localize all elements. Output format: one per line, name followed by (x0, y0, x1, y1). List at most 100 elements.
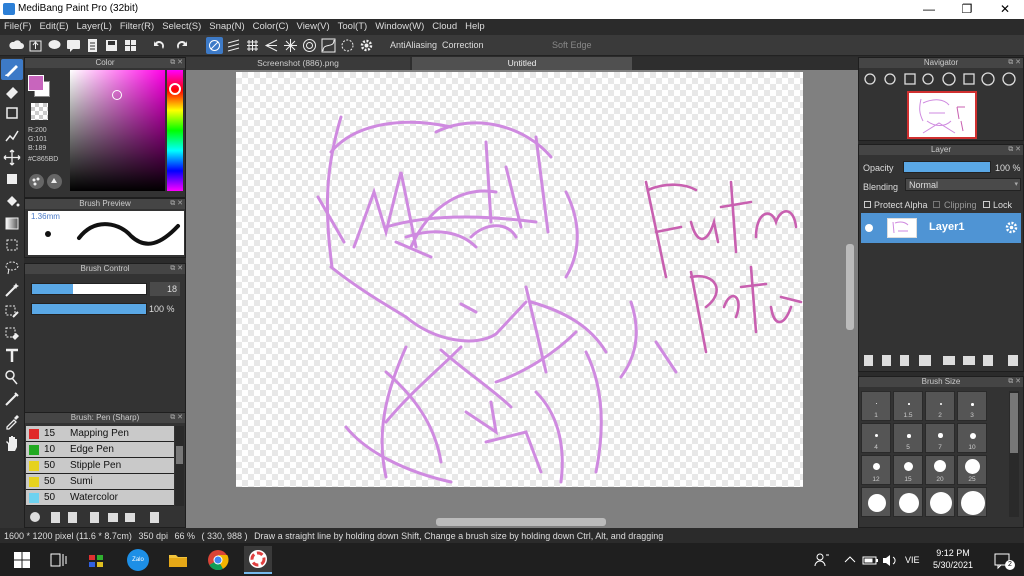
color-palette-icon[interactable] (29, 174, 44, 189)
menu-snap[interactable]: Snap(N) (205, 19, 248, 35)
chat-icon[interactable] (65, 37, 82, 54)
menu-window[interactable]: Window(W) (371, 19, 428, 35)
clipping-checkbox[interactable] (933, 201, 940, 208)
comment-icon[interactable] (46, 37, 63, 54)
brush-list-scrollbar[interactable] (175, 426, 184, 506)
brush-size-7[interactable]: 7 (925, 423, 955, 453)
menu-view[interactable]: View(V) (293, 19, 334, 35)
brush-item-watercolor[interactable]: 50 Watercolor (26, 490, 174, 506)
gear-icon[interactable] (358, 37, 375, 54)
eyedropper-tool-icon[interactable] (1, 411, 23, 432)
select-eraser-icon[interactable] (1, 323, 23, 344)
saturation-value-picker[interactable] (70, 70, 165, 191)
brush-item-sumi[interactable]: 50 Sumi (26, 474, 174, 490)
input-language[interactable]: VIE (905, 555, 920, 565)
brush-size-3[interactable]: 3 (957, 391, 987, 421)
line-tool-icon[interactable] (1, 125, 23, 146)
protect-alpha-checkbox[interactable] (864, 201, 871, 208)
people-tray-icon[interactable] (810, 548, 834, 572)
medibang-taskbar-icon[interactable] (244, 546, 272, 574)
gradient-tool-icon[interactable] (1, 213, 23, 234)
notification-icon[interactable]: 2 (990, 548, 1015, 572)
hue-cursor[interactable] (169, 83, 181, 95)
curve-snap-icon[interactable] (320, 37, 337, 54)
menu-file[interactable]: File(F) (0, 19, 35, 35)
grid-layout-icon[interactable] (122, 37, 139, 54)
rectangle-tool-icon[interactable] (1, 103, 23, 124)
brush-opacity-slider[interactable] (31, 303, 147, 315)
ellipse-snap-icon[interactable] (339, 37, 356, 54)
vertical-scrollbar[interactable] (846, 244, 854, 330)
brush-size-large-3[interactable] (925, 487, 955, 517)
file-explorer-icon[interactable] (166, 548, 190, 572)
brush-size-4[interactable]: 4 (861, 423, 891, 453)
snap-off-icon[interactable] (206, 37, 223, 54)
brush-size-value[interactable]: 18 (150, 282, 180, 296)
minimize-button[interactable]: — (910, 0, 948, 19)
cloud-icon[interactable] (8, 37, 25, 54)
tab-screenshot[interactable]: Screenshot (886).png (186, 57, 410, 70)
people-app-icon[interactable] (84, 548, 108, 572)
windows-start-icon[interactable] (10, 548, 34, 572)
eraser-tool-icon[interactable] (1, 81, 23, 102)
volume-icon[interactable] (878, 548, 902, 572)
operation-tool-icon[interactable] (1, 367, 23, 388)
brush-size-15[interactable]: 15 (893, 455, 923, 485)
blending-dropdown[interactable]: Normal ▾ (905, 178, 1021, 191)
divide-tool-icon[interactable] (1, 389, 23, 410)
drawing-canvas[interactable] (236, 72, 803, 487)
magic-wand-icon[interactable] (1, 279, 23, 300)
clock[interactable]: 9:12 PM 5/30/2021 (927, 547, 979, 571)
menu-cloud[interactable]: Cloud (428, 19, 461, 35)
fill-rect-tool-icon[interactable] (1, 169, 23, 190)
move-tool-icon[interactable] (1, 147, 23, 168)
brush-size-20[interactable]: 20 (925, 455, 955, 485)
color-history-icon[interactable] (47, 174, 62, 189)
navigator-thumbnail[interactable] (907, 91, 977, 139)
menu-edit[interactable]: Edit(E) (35, 19, 72, 35)
chrome-icon[interactable] (206, 548, 230, 572)
maximize-button[interactable]: ❐ (948, 0, 986, 19)
eye-icon[interactable] (865, 224, 873, 232)
brush-size-2[interactable]: 2 (925, 391, 955, 421)
menu-color[interactable]: Color(C) (249, 19, 293, 35)
brush-size-25[interactable]: 25 (957, 455, 987, 485)
foreground-color-swatch[interactable] (28, 75, 44, 91)
menu-filter[interactable]: Filter(R) (116, 19, 158, 35)
concentric-snap-icon[interactable] (282, 37, 299, 54)
tab-untitled[interactable]: Untitled (412, 57, 632, 70)
layer-settings-gear-icon[interactable] (1004, 220, 1019, 235)
radial-snap-icon[interactable] (263, 37, 280, 54)
lock-checkbox[interactable] (983, 201, 990, 208)
hand-tool-icon[interactable] (1, 433, 23, 454)
hue-slider[interactable] (167, 70, 183, 191)
brush-size-large-2[interactable] (893, 487, 923, 517)
menu-help[interactable]: Help (461, 19, 489, 35)
brush-size-12[interactable]: 12 (861, 455, 891, 485)
horizontal-scrollbar[interactable] (436, 518, 606, 526)
brush-item-stipple-pen[interactable]: 50 Stipple Pen (26, 458, 174, 474)
brush-size-large-1[interactable] (861, 487, 891, 517)
save-icon[interactable] (103, 37, 120, 54)
upload-icon[interactable] (27, 37, 44, 54)
zalo-app-icon[interactable]: Zalo (126, 548, 150, 572)
layer-opacity-slider[interactable] (903, 161, 991, 173)
layer-row-layer1[interactable]: Layer1 (861, 213, 1021, 243)
select-tool-icon[interactable] (1, 235, 23, 256)
lasso-tool-icon[interactable] (1, 257, 23, 278)
circle-snap-icon[interactable] (301, 37, 318, 54)
brush-item-edge-pen[interactable]: 10 Edge Pen (26, 442, 174, 458)
document-icon[interactable] (84, 37, 101, 54)
undo-icon[interactable] (150, 37, 167, 54)
text-tool-icon[interactable] (1, 345, 23, 366)
select-pen-icon[interactable] (1, 301, 23, 322)
task-view-icon[interactable] (46, 548, 70, 572)
grid-snap-icon[interactable] (244, 37, 261, 54)
brush-size-1[interactable]: 1 (861, 391, 891, 421)
brush-size-10[interactable]: 10 (957, 423, 987, 453)
color-picker-cursor[interactable] (112, 90, 122, 100)
parallel-snap-icon[interactable] (225, 37, 242, 54)
close-button[interactable]: ✕ (986, 0, 1024, 19)
menu-tool[interactable]: Tool(T) (334, 19, 372, 35)
redo-icon[interactable] (174, 37, 191, 54)
